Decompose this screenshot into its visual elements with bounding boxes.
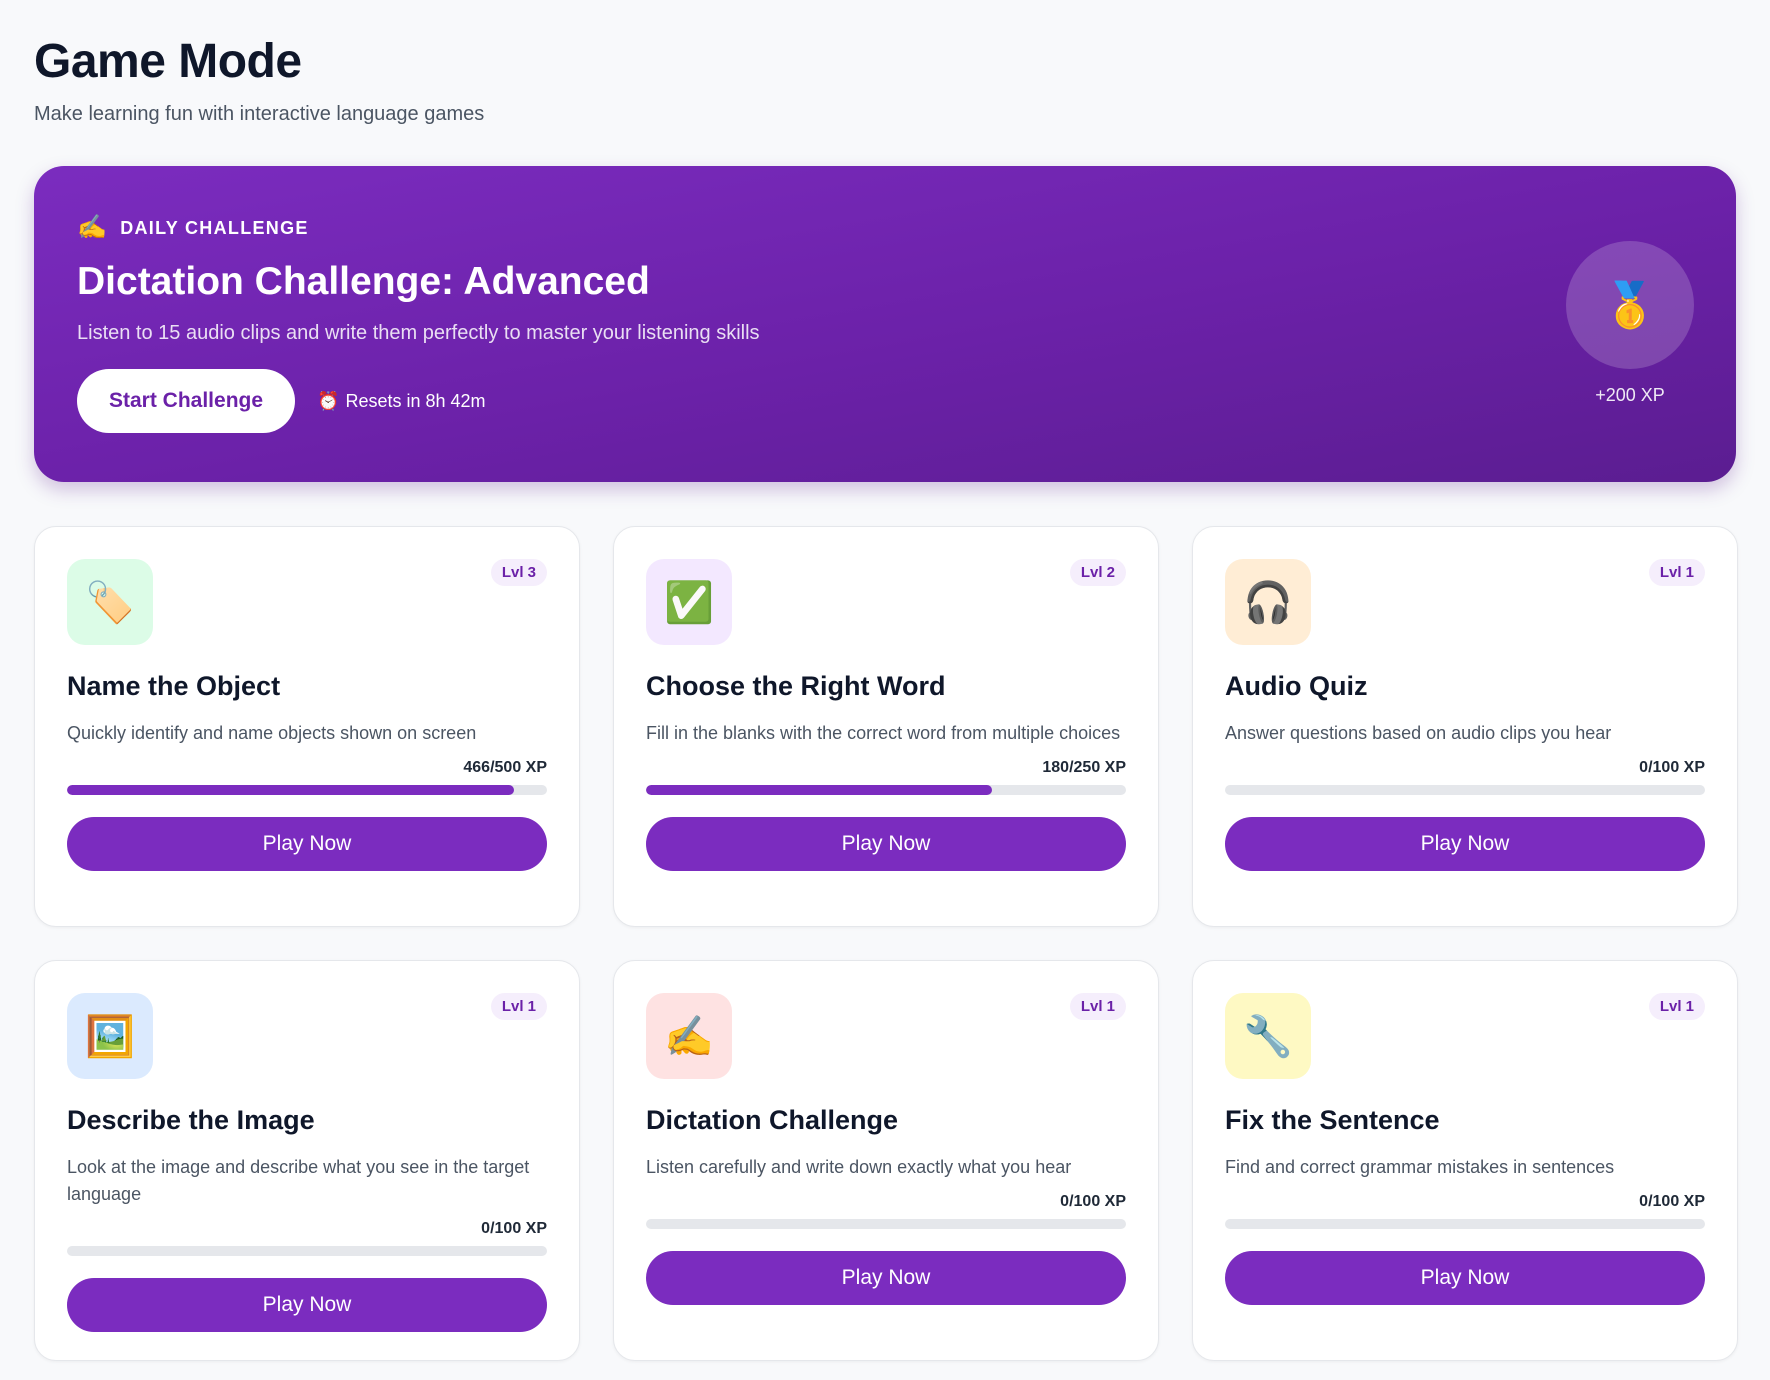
daily-challenge-banner: ✍️ DAILY CHALLENGE Dictation Challenge: … [34, 166, 1736, 482]
reward-badge: 🥇 +200 XP [1566, 241, 1694, 406]
game-card: 🔧 Lvl 1 Fix the Sentence Find and correc… [1192, 960, 1738, 1361]
reward-xp: +200 XP [1595, 385, 1665, 405]
xp-progress-bar [1225, 1219, 1705, 1229]
level-badge: Lvl 1 [1069, 993, 1126, 1020]
game-card: ✍️ Lvl 1 Dictation Challenge Listen care… [613, 960, 1159, 1361]
play-now-button[interactable]: Play Now [646, 817, 1126, 871]
daily-challenge-title: Dictation Challenge: Advanced [77, 260, 650, 303]
page-title: Game Mode [34, 35, 302, 88]
game-title: Audio Quiz [1225, 671, 1368, 701]
daily-challenge-description: Listen to 15 audio clips and write them … [77, 322, 760, 344]
level-badge: Lvl 3 [490, 559, 547, 586]
xp-progress-label: 0/100 XP [1639, 759, 1705, 776]
game-description: Answer questions based on audio clips yo… [1225, 723, 1612, 743]
writing-hand-icon: ✍️ [77, 214, 109, 241]
play-now-button[interactable]: Play Now [67, 817, 547, 871]
headphones-icon: 🎧 [1225, 559, 1311, 645]
play-now-button[interactable]: Play Now [67, 1278, 547, 1332]
game-mode-page: Game Mode Make learning fun with interac… [0, 0, 1770, 1361]
game-card: ✅ Lvl 2 Choose the Right Word Fill in th… [613, 526, 1159, 927]
check-mark-icon: ✅ [646, 559, 732, 645]
page-subtitle: Make learning fun with interactive langu… [34, 103, 485, 125]
wrench-icon: 🔧 [1225, 993, 1311, 1079]
game-title: Fix the Sentence [1225, 1105, 1440, 1135]
xp-progress-fill [67, 785, 515, 795]
xp-progress-bar [67, 1246, 547, 1256]
reset-timer-text: Resets in 8h 42m [345, 390, 486, 411]
play-now-button[interactable]: Play Now [1225, 817, 1705, 871]
game-card: 🎧 Lvl 1 Audio Quiz Answer questions base… [1192, 526, 1738, 927]
xp-progress-bar [1225, 785, 1705, 795]
games-grid: 🏷️ Lvl 3 Name the Object Quickly identif… [34, 526, 1738, 1361]
xp-progress-bar [646, 1219, 1126, 1229]
game-card: 🏷️ Lvl 3 Name the Object Quickly identif… [34, 526, 580, 927]
game-card: 🖼️ Lvl 1 Describe the Image Look at the … [34, 960, 580, 1361]
game-title: Name the Object [67, 671, 281, 701]
xp-progress-label: 466/500 XP [463, 759, 547, 776]
game-title: Describe the Image [67, 1105, 315, 1135]
framed-picture-icon: 🖼️ [67, 993, 153, 1079]
play-now-button[interactable]: Play Now [646, 1251, 1126, 1305]
game-description: Fill in the blanks with the correct word… [646, 723, 1121, 743]
game-description: Quickly identify and name objects shown … [67, 723, 477, 743]
daily-challenge-label: DAILY CHALLENGE [120, 217, 309, 238]
medal-icon: 🥇 [1566, 241, 1694, 369]
game-description: Look at the image and describe what you … [67, 1157, 530, 1204]
daily-challenge-actions: Start Challenge ⏰ Resets in 8h 42m [77, 369, 1736, 433]
daily-challenge-eyebrow: ✍️ DAILY CHALLENGE [77, 216, 1736, 240]
xp-progress-bar [646, 785, 1126, 795]
start-challenge-button[interactable]: Start Challenge [77, 369, 296, 433]
writing-hand-icon: ✍️ [646, 993, 732, 1079]
alarm-clock-icon: ⏰ [317, 390, 340, 411]
level-badge: Lvl 1 [1648, 559, 1705, 586]
daily-challenge-content: ✍️ DAILY CHALLENGE Dictation Challenge: … [77, 216, 1736, 433]
level-badge: Lvl 2 [1069, 559, 1126, 586]
xp-progress-label: 0/100 XP [1060, 1193, 1126, 1210]
label-tag-icon: 🏷️ [67, 559, 153, 645]
game-description: Listen carefully and write down exactly … [646, 1157, 1072, 1177]
level-badge: Lvl 1 [1648, 993, 1705, 1020]
level-badge: Lvl 1 [490, 993, 547, 1020]
xp-progress-label: 0/100 XP [481, 1220, 547, 1237]
xp-progress-fill [646, 785, 992, 795]
xp-progress-label: 0/100 XP [1639, 1193, 1705, 1210]
reset-timer: ⏰ Resets in 8h 42m [317, 391, 486, 412]
xp-progress-label: 180/250 XP [1042, 759, 1126, 776]
play-now-button[interactable]: Play Now [1225, 1251, 1705, 1305]
game-title: Dictation Challenge [646, 1105, 899, 1135]
xp-progress-bar [67, 785, 547, 795]
game-title: Choose the Right Word [646, 671, 946, 701]
game-description: Find and correct grammar mistakes in sen… [1225, 1157, 1615, 1177]
